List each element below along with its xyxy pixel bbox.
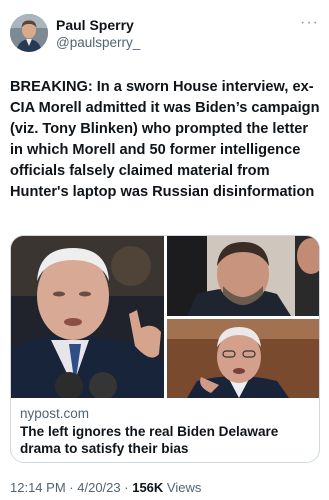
- more-horizontal-icon[interactable]: ···: [300, 14, 319, 32]
- views-label: Views: [166, 480, 202, 495]
- link-card[interactable]: nypost.com The left ignores the real Bid…: [10, 235, 320, 463]
- tweet-header: Paul Sperry @paulsperry_ ···: [10, 14, 319, 54]
- card-image-top-right: [167, 236, 319, 316]
- tweet-time[interactable]: 12:14 PM: [10, 480, 66, 495]
- card-title: The left ignores the real Biden Delaware…: [20, 424, 279, 456]
- author-avatar[interactable]: [10, 14, 48, 52]
- tweet-meta: 12:14 PM · 4/20/23 · 156K Views: [10, 480, 201, 495]
- author-handle[interactable]: @paulsperry_: [56, 35, 140, 50]
- card-image-bottom-right: [167, 319, 319, 398]
- card-domain: nypost.com: [20, 406, 90, 421]
- tweet-text: BREAKING: In a sworn House interview, ex…: [10, 79, 320, 200]
- card-media: [11, 236, 319, 398]
- meta-separator: ·: [69, 480, 74, 495]
- tweet-date[interactable]: 4/20/23: [77, 480, 120, 495]
- author-name[interactable]: Paul Sperry: [56, 17, 134, 33]
- meta-separator: ·: [124, 480, 129, 495]
- card-image-main: [11, 236, 164, 398]
- views-count: 156K: [132, 480, 164, 495]
